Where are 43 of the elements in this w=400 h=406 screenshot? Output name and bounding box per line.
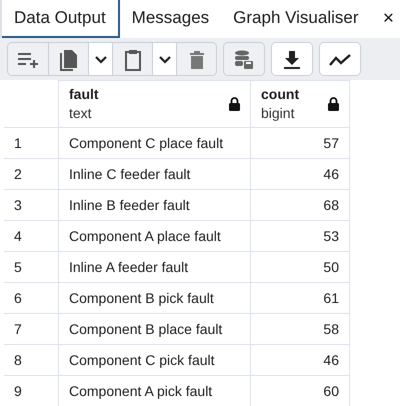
lock-icon (328, 97, 339, 111)
table-cell: 58 (250, 314, 350, 344)
table-cell: 57 (250, 128, 350, 158)
table-cell: Component B pick fault (58, 282, 250, 314)
column-type: bigint (261, 104, 296, 123)
table-cell: 53 (250, 220, 350, 252)
column-name: fault (69, 85, 99, 104)
dropdown-button[interactable] (88, 43, 112, 75)
add-row-icon (17, 51, 39, 69)
trash-icon (190, 51, 204, 69)
table-cell: 61 (250, 282, 350, 314)
table-cell: 46 (250, 344, 350, 376)
table-cell: Component B place fault (58, 314, 250, 344)
table-cell: 46 (250, 158, 350, 190)
download-icon (284, 51, 300, 69)
clipboard-icon (124, 49, 142, 71)
column-type: text (69, 104, 93, 123)
row-number: 2 (4, 158, 58, 190)
row-number: 4 (4, 220, 58, 252)
tab[interactable]: Data Output (2, 0, 120, 38)
lock-icon (229, 97, 240, 111)
row-number: 5 (4, 252, 58, 282)
row-number: 7 (4, 314, 58, 344)
table-cell: 68 (250, 190, 350, 220)
row-number: 6 (4, 282, 58, 314)
line-graph-icon (329, 54, 351, 66)
column-name: count (261, 85, 300, 104)
caret-icon (94, 56, 106, 64)
row-number: 3 (4, 190, 58, 220)
table-cell: Component A place fault (58, 220, 250, 252)
table-cell: Component C pick fault (58, 344, 250, 376)
row-number: 1 (4, 128, 58, 158)
table-cell: Inline A feeder fault (58, 252, 250, 282)
database-icon (234, 50, 254, 70)
copy-icon (60, 49, 78, 71)
dropdown-button[interactable] (152, 43, 176, 75)
caret-icon (158, 56, 170, 64)
delete-button[interactable] (176, 43, 216, 75)
table-cell: Component C place fault (58, 128, 250, 158)
table-cell: Inline B feeder fault (58, 190, 250, 220)
row-number: 8 (4, 344, 58, 376)
table-cell: 50 (250, 252, 350, 282)
table-cell: Inline C feeder fault (58, 158, 250, 190)
